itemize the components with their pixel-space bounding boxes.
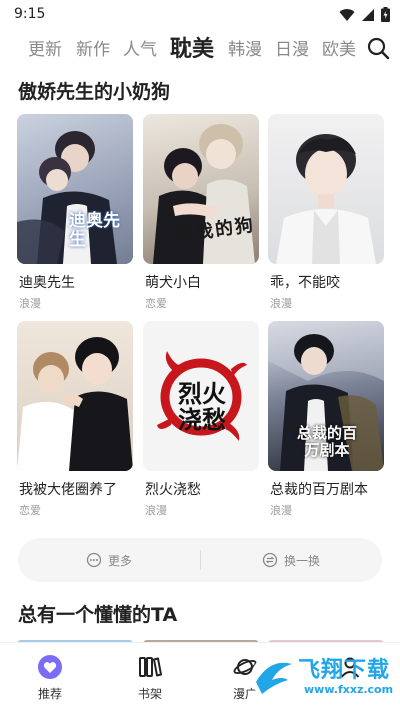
comic-card[interactable]: 迪奥先生 迪奥先生 浪漫 (17, 114, 133, 310)
comic-title: 总裁的百万剧本 (270, 482, 368, 498)
section-actions: 更多 换一换 (18, 538, 382, 582)
status-time: 9:15 (14, 6, 46, 22)
comic-card[interactable]: 烈火浇愁 烈火浇愁 浪漫 (143, 321, 259, 517)
watermark: 飞翔下载 www.fxxz.com (246, 648, 396, 706)
comic-cover: 迪奥先生 (17, 114, 133, 264)
comic-cover: 做我的狗 (143, 114, 259, 264)
nav-label: 书架 (137, 687, 162, 701)
comic-card[interactable]: 我被大佬圈养了 恋爱 (17, 321, 133, 517)
tab-updates[interactable]: 更新 (28, 35, 62, 60)
comic-tag: 恋爱 (19, 504, 41, 517)
more-label: 更多 (107, 553, 132, 568)
comic-cover (17, 321, 133, 471)
battery-icon (381, 7, 390, 22)
comic-tag: 浪漫 (19, 297, 41, 310)
tab-popular[interactable]: 人气 (123, 35, 157, 60)
comic-title: 迪奥先生 (19, 275, 75, 291)
watermark-url: www.fxxz.com (304, 683, 394, 696)
comic-tag: 浪漫 (270, 504, 292, 517)
more-button[interactable]: 更多 (18, 538, 200, 582)
refresh-icon (262, 552, 278, 568)
bookshelf-icon (139, 657, 162, 677)
comic-title: 萌犬小白 (145, 275, 201, 291)
cover-title-text: 烈火浇愁 (178, 379, 226, 434)
tab-japanese[interactable]: 日漫 (275, 35, 309, 60)
comic-title: 我被大佬圈养了 (19, 482, 117, 498)
heart-icon (38, 655, 62, 679)
wifi-icon (339, 8, 355, 21)
tab-western[interactable]: 欧美 (322, 35, 356, 60)
comic-title: 乖，不能咬 (270, 275, 340, 291)
nav-label: 推荐 (37, 687, 62, 701)
comic-card[interactable]: 总裁的百万剧本 总裁的百万剧本 浪漫 (268, 321, 384, 517)
watermark-title: 飞翔下载 (298, 658, 391, 683)
nav-recommend[interactable]: 推荐 (10, 643, 90, 710)
tab-new[interactable]: 新作 (76, 35, 110, 60)
section-title: 总有一个懂懂的TA (18, 604, 178, 626)
section-title: 傲娇先生的小奶狗 (18, 81, 171, 103)
search-icon[interactable] (366, 36, 390, 60)
comic-card[interactable]: 乖，不能咬 浪漫 (268, 114, 384, 310)
watermark-logo (251, 655, 295, 699)
comic-tag: 浪漫 (270, 297, 292, 310)
cellular-signal-icon (362, 8, 374, 21)
tab-danmei[interactable]: 耽美 (170, 31, 214, 63)
status-bar: 9:15 (0, 0, 400, 30)
refresh-label: 换一换 (283, 553, 320, 568)
comic-tag: 恋爱 (145, 297, 167, 310)
comic-cover: 烈火浇愁 (143, 321, 259, 471)
comic-cover: 总裁的百万剧本 (268, 321, 384, 471)
status-icons (339, 7, 390, 22)
category-tabs: 更新 新作 人气 耽美 韩漫 日漫 欧美 (0, 30, 400, 66)
comic-title: 烈火浇愁 (145, 482, 201, 498)
nav-bookshelf[interactable]: 书架 (110, 643, 190, 710)
cover-title-text: 总裁的百万剧本 (296, 424, 357, 459)
tab-korean[interactable]: 韩漫 (228, 35, 262, 60)
more-dots-icon (86, 552, 102, 568)
comic-cover (268, 114, 384, 264)
comic-tag: 浪漫 (145, 504, 167, 517)
comic-card[interactable]: 做我的狗 萌犬小白 恋爱 (143, 114, 259, 310)
refresh-button[interactable]: 换一换 (200, 538, 382, 582)
cover-title-text: 迪奥先生 (69, 211, 120, 250)
